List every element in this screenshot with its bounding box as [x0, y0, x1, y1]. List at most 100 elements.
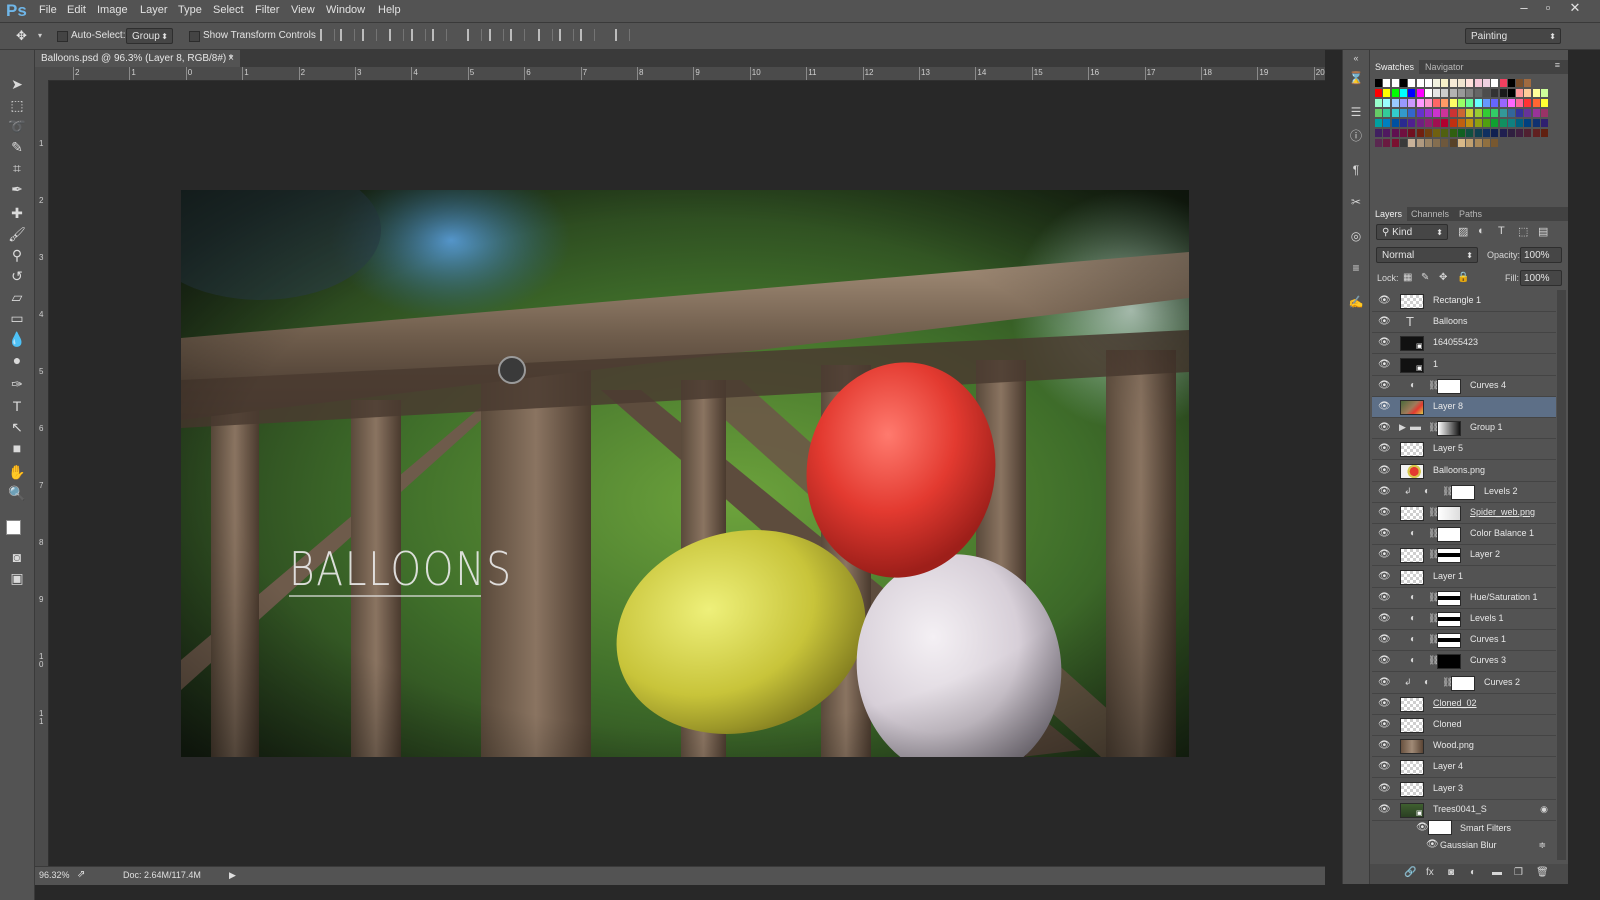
menu-view[interactable]: View: [291, 4, 315, 16]
color-swatch[interactable]: [1399, 89, 1407, 97]
color-swatch[interactable]: [1466, 99, 1474, 107]
gaussian-blur-label[interactable]: Gaussian Blur: [1440, 840, 1497, 850]
mask-thumbnail[interactable]: [1451, 484, 1475, 500]
swatch-grid[interactable]: [1375, 79, 1551, 163]
type-tool-icon[interactable]: T: [6, 396, 28, 416]
color-swatch[interactable]: [1458, 79, 1465, 87]
mask-thumbnail[interactable]: [1451, 675, 1475, 691]
color-swatch[interactable]: [1516, 99, 1524, 107]
move-tool-icon[interactable]: ✥: [16, 28, 27, 44]
history-brush-tool-icon[interactable]: ↺: [6, 266, 28, 286]
layer-row[interactable]: 👁 ◐ ↲ ⛓ Curves 2: [1372, 673, 1556, 694]
color-swatch[interactable]: [1482, 109, 1490, 117]
layer-row[interactable]: 👁 ◐ ⛓ Curves 3: [1372, 651, 1556, 673]
collapse-icon[interactable]: «: [1348, 50, 1364, 66]
color-swatch[interactable]: [1433, 119, 1441, 127]
color-swatch[interactable]: [1499, 79, 1507, 87]
zoom-tool-icon[interactable]: 🔍: [6, 483, 28, 503]
export-icon[interactable]: ⇗: [77, 869, 85, 880]
color-swatch[interactable]: [1391, 109, 1399, 117]
color-swatch[interactable]: [1466, 139, 1474, 147]
color-swatch[interactable]: [1441, 119, 1449, 127]
eye-icon[interactable]: 👁: [1378, 592, 1391, 604]
layer-row[interactable]: 👁 Layer 3: [1372, 779, 1556, 800]
restore-button[interactable]: ▫: [1537, 0, 1559, 16]
layer-name[interactable]: Layer 8: [1433, 401, 1463, 411]
filter-pixel-icon[interactable]: ▨: [1458, 225, 1468, 238]
layer-row[interactable]: 👁 ▣ 164055423: [1372, 333, 1556, 355]
filter-mask-thumbnail[interactable]: [1428, 820, 1452, 835]
eye-icon[interactable]: 👁: [1378, 422, 1391, 434]
color-swatch[interactable]: [1482, 129, 1490, 137]
color-swatch[interactable]: [1524, 129, 1532, 137]
menu-help[interactable]: Help: [378, 4, 401, 16]
layer-row[interactable]: 👁 Layer 4: [1372, 757, 1556, 779]
eye-icon[interactable]: 👁: [1378, 613, 1391, 625]
auto-select-checkbox[interactable]: [57, 31, 68, 42]
lock-all-icon[interactable]: 🔒: [1457, 272, 1469, 283]
color-swatch[interactable]: [1375, 119, 1382, 127]
color-swatch[interactable]: [1474, 109, 1482, 117]
color-swatch[interactable]: [1524, 99, 1532, 107]
color-swatch[interactable]: [1507, 109, 1515, 117]
crop-tool-icon[interactable]: ⌗: [6, 158, 28, 178]
color-swatch[interactable]: [1524, 109, 1532, 117]
color-swatch[interactable]: [1541, 129, 1548, 137]
color-swatch[interactable]: [1466, 119, 1474, 127]
color-swatch[interactable]: [1416, 99, 1424, 107]
color-swatch[interactable]: [1441, 89, 1449, 97]
color-swatch[interactable]: [1491, 79, 1499, 87]
color-swatch[interactable]: [1441, 79, 1449, 87]
layer-name[interactable]: Layer 1: [1433, 571, 1463, 581]
color-swatch[interactable]: [1516, 129, 1524, 137]
color-swatch[interactable]: [1458, 109, 1465, 117]
blur-tool-icon[interactable]: 💧: [6, 329, 28, 349]
menu-file[interactable]: File: [39, 4, 57, 16]
layer-thumbnail[interactable]: [1400, 781, 1424, 797]
layer-name[interactable]: Curves 4: [1470, 380, 1506, 390]
eye-icon[interactable]: 👁: [1378, 465, 1391, 477]
color-swatch[interactable]: [1516, 119, 1524, 127]
distribute-top-icon[interactable]: [467, 29, 482, 41]
opacity-field[interactable]: 100%: [1520, 247, 1562, 263]
eye-icon[interactable]: 👁: [1378, 443, 1391, 455]
auto-align-icon[interactable]: [615, 29, 630, 41]
layer-row[interactable]: 👁 ▣ 1: [1372, 355, 1556, 376]
color-swatch[interactable]: [1391, 79, 1399, 87]
layer-row[interactable]: 👁 T Balloons: [1372, 312, 1556, 334]
eye-icon[interactable]: 👁: [1378, 380, 1391, 392]
color-swatch[interactable]: [1399, 139, 1407, 147]
properties-icon[interactable]: ☰: [1348, 104, 1364, 120]
tab-paths[interactable]: Paths: [1454, 207, 1487, 221]
color-swatch[interactable]: [1449, 109, 1457, 117]
tab-swatches[interactable]: Swatches: [1370, 60, 1420, 74]
color-swatch[interactable]: [1507, 99, 1515, 107]
color-swatch[interactable]: [1399, 129, 1407, 137]
color-swatch[interactable]: [1424, 99, 1432, 107]
distribute-right-icon[interactable]: [580, 29, 595, 41]
color-swatch[interactable]: [1491, 139, 1499, 147]
eye-icon[interactable]: 👁: [1378, 634, 1391, 646]
gradient-tool-icon[interactable]: ▭: [6, 308, 28, 328]
color-swatch[interactable]: [1441, 99, 1449, 107]
color-swatch[interactable]: [1441, 109, 1449, 117]
layer-name[interactable]: Group 1: [1470, 422, 1503, 432]
chevron-down-icon[interactable]: ▾: [38, 31, 42, 40]
smart-filter-indicator-icon[interactable]: ◉: [1540, 804, 1548, 815]
layer-row[interactable]: 👁 ⛓ Layer 2: [1372, 545, 1556, 567]
filter-smart-icon[interactable]: ▤: [1538, 225, 1548, 238]
align-vcenter-icon[interactable]: [340, 29, 355, 41]
eye-icon[interactable]: 👁: [1378, 761, 1391, 773]
distribute-hcenter-icon[interactable]: [559, 29, 574, 41]
link-layers-icon[interactable]: 🔗: [1404, 867, 1416, 878]
layer-row[interactable]: 👁 ◐ ↲ ⛓ Levels 2: [1372, 482, 1556, 503]
color-swatch[interactable]: [1474, 119, 1482, 127]
eye-icon[interactable]: 👁: [1378, 655, 1391, 667]
lasso-tool-icon[interactable]: ➰: [6, 116, 28, 136]
align-bottom-icon[interactable]: [362, 29, 377, 41]
eye-icon[interactable]: 👁: [1378, 359, 1391, 371]
eye-icon[interactable]: 👁: [1378, 571, 1391, 583]
color-swatch[interactable]: [1375, 139, 1382, 147]
color-swatch[interactable]: [1516, 89, 1524, 97]
color-swatch[interactable]: [1507, 89, 1515, 97]
